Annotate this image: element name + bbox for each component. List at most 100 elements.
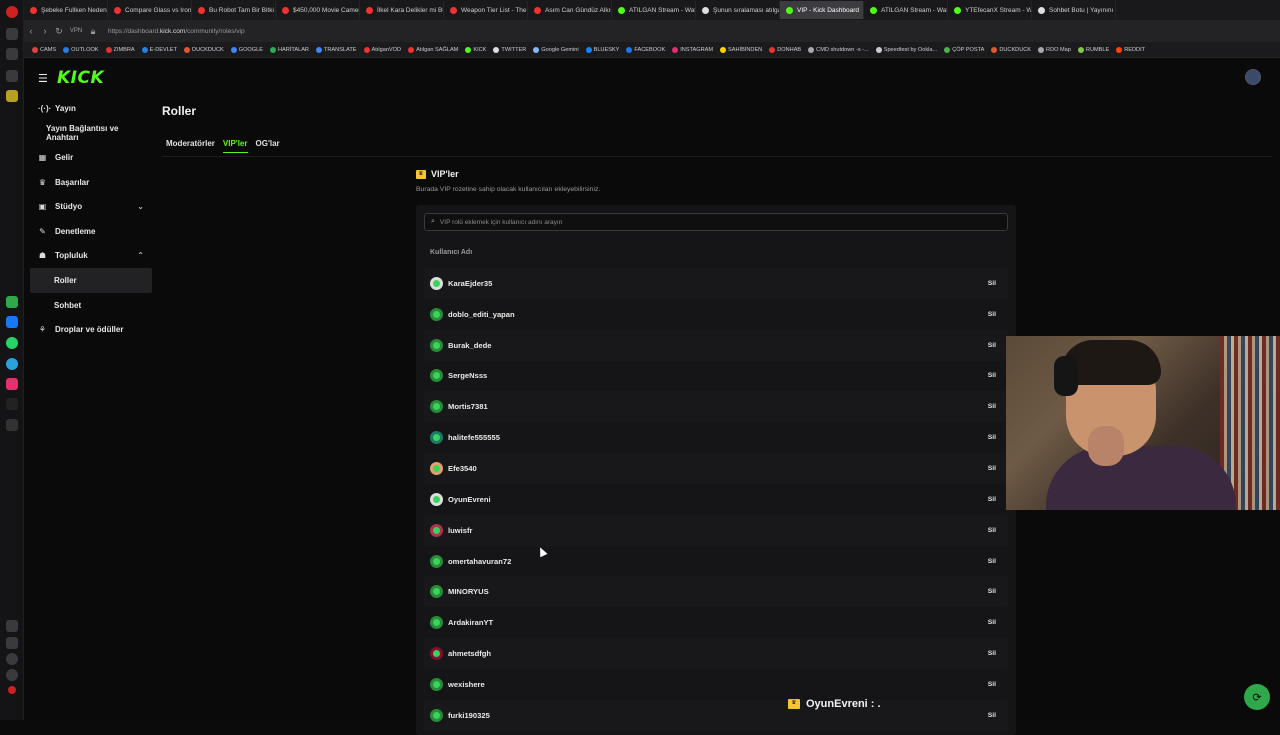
vip-search-input[interactable] xyxy=(439,218,1000,226)
browser-tab[interactable]: VIP - Kick Dashboard xyxy=(780,1,864,19)
avatar[interactable] xyxy=(1245,69,1261,85)
browser-tab[interactable]: ATILGAN Stream - Watch xyxy=(612,1,696,19)
vip-username[interactable]: KaraEjder35 xyxy=(448,279,982,288)
bookmark-item[interactable]: ÇÖP POSTA xyxy=(944,46,984,53)
sidebar-item[interactable]: ☗ Topluluk ⌃ xyxy=(30,244,152,269)
sidebar-item[interactable]: ⚘ Droplar ve ödüller xyxy=(30,317,152,342)
role-tab[interactable]: Moderatörler xyxy=(166,139,215,153)
bookmark-item[interactable]: AtılganVOD xyxy=(363,46,401,53)
remove-vip-button[interactable]: Sil xyxy=(982,555,1002,568)
browser-tab[interactable]: Sohbet Botu | Yayınını gü xyxy=(1032,1,1116,19)
opera-icon[interactable] xyxy=(6,6,18,18)
vip-username[interactable]: ArdakiranYT xyxy=(448,618,982,627)
browser-tab[interactable]: YTEfecanX Stream - Watc xyxy=(948,1,1032,19)
bookmark-item[interactable]: SAHİBİNDEN xyxy=(720,46,762,53)
bookmark-item[interactable]: TRANSLATE xyxy=(315,46,357,53)
bookmark-item[interactable]: GOOGLE xyxy=(230,46,263,53)
browser-tab[interactable]: Asım Can Gündüz Alkışla xyxy=(528,1,612,19)
settings-icon[interactable] xyxy=(6,669,18,681)
chevron-icon[interactable]: ⌃ xyxy=(137,251,144,260)
vip-username[interactable]: halitefe555555 xyxy=(448,433,982,442)
vip-username[interactable]: luwisfr xyxy=(448,526,982,535)
bookmark-item[interactable]: REDDIT xyxy=(1116,46,1145,53)
sidebar-item[interactable]: ▦ Gelir xyxy=(30,145,152,170)
menu-icon[interactable]: ☰ xyxy=(38,72,48,85)
clock-icon[interactable] xyxy=(6,653,18,665)
sidebar-item[interactable]: ▣ Stüdyo ⌄ xyxy=(30,194,152,219)
bookmark-item[interactable]: ZIMBRA xyxy=(105,46,135,53)
vip-username[interactable]: ahmetsdfgh xyxy=(448,649,982,658)
home-icon[interactable] xyxy=(6,28,18,40)
vip-username[interactable]: doblo_editi_yapan xyxy=(448,310,982,319)
browser-tab[interactable]: İlkel Kara Delikler mi Bulu xyxy=(360,1,444,19)
sidebar-item[interactable]: Roller xyxy=(30,268,152,293)
role-tab[interactable]: OG'lar xyxy=(256,139,280,153)
vip-username[interactable]: Mortis7381 xyxy=(448,402,982,411)
browser-tab[interactable]: Weapon Tier List - The Fo xyxy=(444,1,528,19)
back-icon[interactable]: ‹ xyxy=(24,26,38,36)
remove-vip-button[interactable]: Sil xyxy=(982,431,1002,444)
x-icon[interactable] xyxy=(6,419,18,431)
vip-username[interactable]: MINORYUS xyxy=(448,587,982,596)
wallet-icon[interactable] xyxy=(6,70,18,82)
kick-sidebar-icon[interactable] xyxy=(6,296,18,308)
remove-vip-button[interactable]: Sil xyxy=(982,277,1002,290)
bookmark-item[interactable]: Speedtest by Ookla... xyxy=(875,46,937,53)
bookmark-item[interactable]: RDO Map xyxy=(1038,46,1071,53)
remove-vip-button[interactable]: Sil xyxy=(982,585,1002,598)
whatsapp-icon[interactable] xyxy=(6,337,18,349)
bookmark-item[interactable]: DUCKDUCK xyxy=(184,46,224,53)
floating-action-button[interactable]: ⟳ xyxy=(1244,684,1270,710)
telegram-icon[interactable] xyxy=(6,358,18,370)
bookmark-item[interactable]: E-DEVLET xyxy=(141,46,177,53)
vip-search-box[interactable]: ⌕ xyxy=(424,213,1008,231)
bookmark-item[interactable]: Atılgan SAĞLAM xyxy=(408,46,458,53)
remove-vip-button[interactable]: Sil xyxy=(982,616,1002,629)
remove-vip-button[interactable]: Sil xyxy=(982,524,1002,537)
reload-icon[interactable]: ↻ xyxy=(52,26,66,37)
vip-username[interactable]: OyunEvreni xyxy=(448,495,982,504)
remove-vip-button[interactable]: Sil xyxy=(982,339,1002,352)
browser-tab[interactable]: Şebeke Fullken Neden İni xyxy=(24,1,108,19)
history-icon[interactable] xyxy=(6,90,18,102)
remove-vip-button[interactable]: Sil xyxy=(982,678,1002,691)
browser-tab[interactable]: Compare Glass vs Iron - Y xyxy=(108,1,192,19)
remove-vip-button[interactable]: Sil xyxy=(982,462,1002,475)
vip-username[interactable]: Efe3540 xyxy=(448,464,982,473)
remove-vip-button[interactable]: Sil xyxy=(982,647,1002,660)
role-tab[interactable]: VIP'ler xyxy=(222,139,248,153)
messenger-icon[interactable] xyxy=(6,316,18,328)
sidebar-item[interactable]: Sohbet xyxy=(30,293,152,318)
bookmark-item[interactable]: INSTAGRAM xyxy=(672,46,713,53)
vpn-icon[interactable]: VPN xyxy=(66,28,86,34)
instagram-icon[interactable] xyxy=(6,378,18,390)
browser-tab[interactable]: $450,000 Movie Camera xyxy=(276,1,360,19)
sidebar-item[interactable]: Yayın Bağlantısı ve Anahtarı xyxy=(30,121,152,146)
edit-icon[interactable] xyxy=(6,637,18,649)
sidebar-item[interactable]: ♛ Başarılar xyxy=(30,170,152,195)
bookmark-icon[interactable] xyxy=(6,48,18,60)
record-icon[interactable] xyxy=(8,686,16,694)
remove-vip-button[interactable]: Sil xyxy=(982,308,1002,321)
kick-logo[interactable]: KICK xyxy=(57,68,104,88)
bookmark-item[interactable]: KICK xyxy=(465,46,486,53)
browser-tab[interactable]: ATILGAN Stream - Watch xyxy=(864,1,948,19)
bookmark-item[interactable]: CAMS xyxy=(32,46,56,53)
apps-icon[interactable] xyxy=(6,620,18,632)
vip-username[interactable]: omertahavuran72 xyxy=(448,557,982,566)
sidebar-item[interactable]: ✎ Denetleme xyxy=(30,219,152,244)
chevron-icon[interactable]: ⌄ xyxy=(137,202,144,211)
bookmark-item[interactable]: RUMBLE xyxy=(1077,46,1109,53)
bookmark-item[interactable]: FACEBOOK xyxy=(626,46,665,53)
bookmark-item[interactable]: OUTLOOK xyxy=(63,46,99,53)
bookmark-item[interactable]: DUCKDUCK xyxy=(991,46,1031,53)
forward-icon[interactable]: › xyxy=(38,26,52,36)
vip-username[interactable]: SergeNsss xyxy=(448,371,982,380)
vip-username[interactable]: Burak_dede xyxy=(448,341,982,350)
bookmark-item[interactable]: DONHAB xyxy=(769,46,801,53)
vip-username[interactable]: wexishere xyxy=(448,680,982,689)
remove-vip-button[interactable]: Sil xyxy=(982,493,1002,506)
bookmark-item[interactable]: TWITTER xyxy=(493,46,526,53)
browser-tab[interactable]: Şunun sıralaması atılgan xyxy=(696,1,780,19)
remove-vip-button[interactable]: Sil xyxy=(982,400,1002,413)
